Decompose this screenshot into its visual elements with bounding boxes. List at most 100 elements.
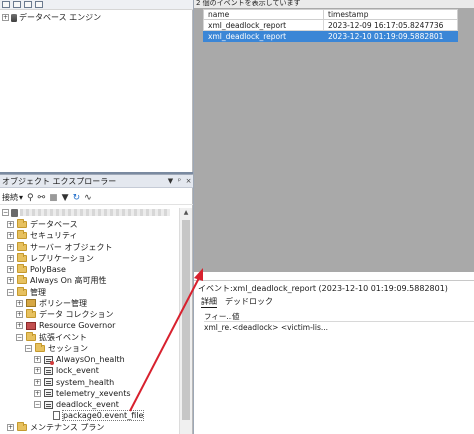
table-row[interactable]: xml_deadlock_report 2023-12-10 01:19:09.5… [203,30,458,42]
registered-servers-pane: + データベース エンジン [0,0,193,173]
chevron-down-icon: ▾ [19,193,24,202]
tree-expander[interactable]: + [34,367,41,375]
policy-icon [26,299,36,308]
stop-icon[interactable]: ■ [49,193,58,203]
tree-item[interactable]: − 管理 [7,286,46,298]
tree-expander[interactable]: + [16,322,23,330]
reporting-services-icon[interactable] [35,1,43,8]
tree-item[interactable]: − deadlock_event [34,399,119,410]
tree-item[interactable]: + レプリケーション [7,252,94,264]
tab-deadlock[interactable]: デッドロック [225,296,273,308]
object-explorer-scrollbar[interactable]: ▲ [179,208,192,434]
column-header-value[interactable]: 値 [232,311,240,322]
tree-expander[interactable]: + [7,232,14,240]
event-details-tabs: 詳細 デッドロック [201,296,273,308]
refresh-icon[interactable]: ↻ [73,193,81,203]
tree-item[interactable]: + セキュリティ [7,230,78,241]
tree-expander[interactable]: + [34,356,41,363]
pin-icon[interactable]: ᵖ [175,177,184,185]
field-name: xml_re... [204,323,232,332]
tree-item-label: セキュリティ [30,231,78,241]
tree-item[interactable]: + ポリシー管理 [16,298,87,309]
connect-plug-icon[interactable]: ⚲ [27,193,34,203]
tree-expander[interactable]: + [7,254,14,262]
scrollbar-thumb[interactable] [182,220,190,420]
column-header-name[interactable]: name [203,9,324,20]
folder-icon [17,230,27,240]
tree-item[interactable]: + サーバー オブジェクト [7,241,112,253]
tree-item-database-engine[interactable]: データベース エンジン [19,12,101,23]
tree-item[interactable]: + lock_event [34,365,99,376]
tree-item-label: system_health [56,377,115,387]
activity-monitor-icon[interactable]: ∿ [84,193,92,203]
session-icon [44,366,53,375]
tree-item[interactable]: + system_health [34,377,114,388]
tree-expander[interactable]: + [7,266,14,273]
column-header-timestamp[interactable]: timestamp [323,9,458,20]
tree-expander[interactable]: − [25,344,32,352]
tree-expander[interactable]: + [7,423,14,431]
filter-icon[interactable]: ▼ [62,193,69,203]
tree-expander[interactable]: + [16,299,23,307]
tree-item[interactable]: + AlwaysOn_health [34,354,125,365]
analysis-services-icon[interactable] [24,1,32,8]
tree-expander[interactable]: + [7,221,14,228]
tree-item[interactable]: + telemetry_xevents [34,388,131,399]
event-fields-grid: フィー... 値 xml_re...<deadlock> <victim-lis… [204,311,474,333]
scroll-up-icon[interactable]: ▲ [180,208,192,218]
tree-expander[interactable]: − [7,288,14,296]
tree-expander[interactable]: + [34,389,41,397]
column-header-field[interactable]: フィー... [204,311,232,322]
tree-item[interactable]: + データベース [7,219,78,230]
events-table: name timestamp xml_deadlock_report 2023-1… [203,9,458,42]
tree-item-label: AlwaysOn_health [56,355,125,364]
folder-icon [17,421,27,431]
tree-expander[interactable]: − [2,209,9,216]
tree-item[interactable]: + Always On 高可用性 [7,275,107,286]
folder-icon [35,342,45,352]
tree-item-label: package0.event_file [61,410,145,422]
tree-item[interactable]: package0.event_file [43,410,145,422]
tree-item[interactable]: + PolyBase [7,264,66,275]
resource-governor-icon [26,321,36,330]
table-row[interactable]: xml_deadlock_report 2023-12-09 16:17:05.8… [203,19,458,31]
tree-expander[interactable]: + [16,311,23,318]
folder-icon [17,286,27,296]
tree-item-label: ポリシー管理 [39,298,87,308]
vertical-splitter[interactable] [193,0,194,434]
tree-item[interactable]: + メンテナンス プラン [7,421,104,433]
tree-expander[interactable]: + [34,378,41,386]
cell-name: xml_deadlock_report [203,30,324,42]
tree-expander[interactable]: + [2,14,9,21]
event-details-pane: イベント:xml_deadlock_report (2023-12-10 01:… [194,280,474,434]
tree-item[interactable]: + データ コレクション [16,309,114,320]
tree-expander[interactable]: + [7,243,14,251]
tree-expander[interactable]: + [7,277,14,285]
tree-item-label: telemetry_xevents [56,388,131,398]
tree-item[interactable]: − 拡張イベント [16,331,87,343]
window-position-icon[interactable]: ▼ [166,177,175,185]
tree-item-label: 拡張イベント [39,332,87,342]
cell-timestamp: 2023-12-09 16:17:05.8247736 [323,19,458,31]
database-engine-icon[interactable] [13,1,21,8]
session-icon [44,400,53,409]
tree-item-server[interactable]: − [2,208,170,217]
tree-expander[interactable]: − [16,333,23,341]
tree-item-label: PolyBase [30,265,66,274]
tree-item[interactable]: + Resource Governor [16,320,115,331]
folder-icon [17,241,27,251]
folder-icon [17,219,27,228]
tab-details[interactable]: 詳細 [201,296,217,308]
event-file-icon [53,411,60,421]
disconnect-icon[interactable]: ⚯ [38,193,46,203]
tree-expander[interactable]: − [34,401,41,408]
connect-button[interactable]: 接続 ▾ [2,192,23,203]
list-item[interactable]: xml_re...<deadlock> <victim-lis... [204,322,474,333]
close-icon[interactable]: × [184,177,193,185]
tree-item-label: Always On 高可用性 [30,276,107,286]
session-stopped-icon [44,355,54,365]
cell-timestamp: 2023-12-10 01:19:09.5882801 [323,30,458,42]
server-type-icon[interactable] [2,1,10,8]
tree-item[interactable]: − セッション [25,342,88,354]
folder-icon [26,309,36,318]
